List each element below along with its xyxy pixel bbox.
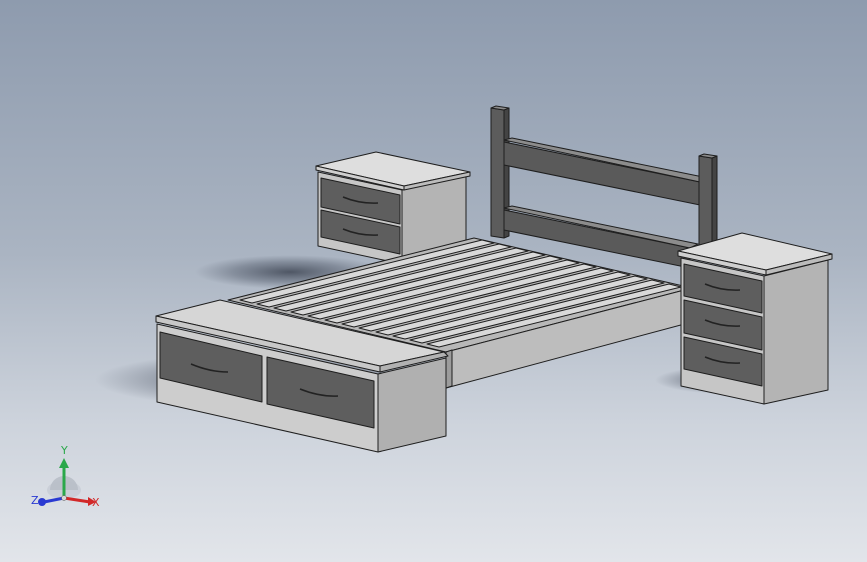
assembly-scene[interactable] [0,0,867,562]
x-axis-line [63,496,91,504]
headboard-right-post [698,155,713,253]
3d-viewport[interactable]: Y X Z [0,0,867,562]
z-axis-end-icon [38,498,46,506]
right-nightstand-side [763,259,829,405]
headboard-left-post [490,107,505,239]
headboard-right-post-side [711,155,718,253]
y-axis-label: Y [60,444,68,457]
right-nightstand[interactable] [677,232,833,405]
headboard[interactable] [490,105,718,269]
storage-end-panel [377,357,447,453]
z-axis-label: Z [31,494,39,507]
triad-origin-icon [61,495,67,501]
axis-triad[interactable]: Y X Z [26,440,106,515]
z-axis-line [43,496,65,504]
y-axis-arrow-icon [59,458,69,468]
x-axis-label: X [92,496,100,509]
